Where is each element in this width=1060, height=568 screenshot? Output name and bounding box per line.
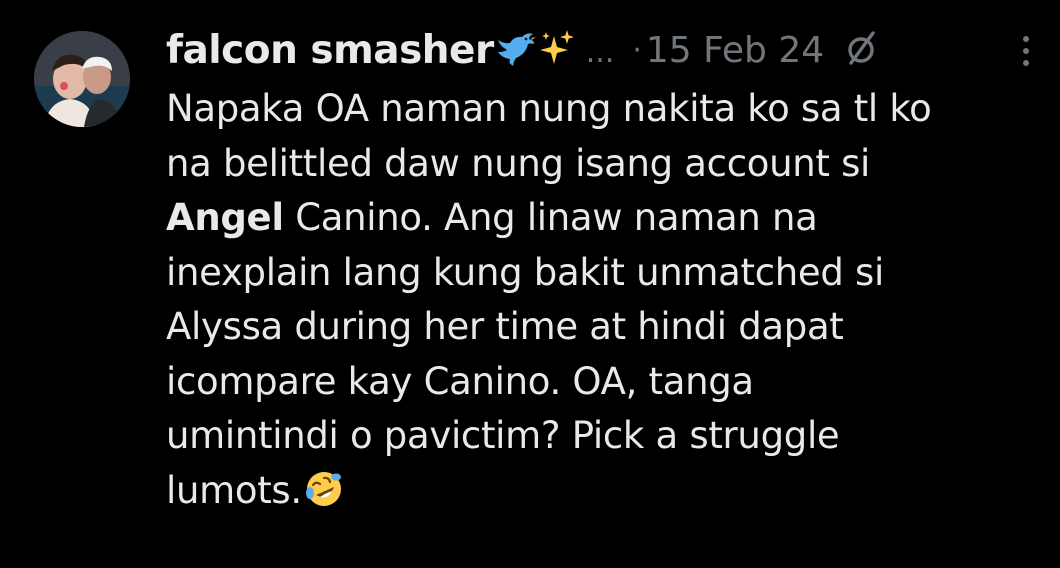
separator-dot: · — [632, 32, 642, 68]
tweet-date[interactable]: 15 Feb 24 — [646, 30, 824, 71]
tweet-text: Napaka OA naman nung nakita ko sa tl ko … — [166, 82, 1046, 524]
tweet-line-rest: Canino. Ang linaw naman na — [283, 196, 818, 239]
tweet-line: Angel Canino. Ang linaw naman na — [166, 191, 1046, 246]
tweet-line: na belittled daw nung isang account si — [166, 141, 871, 185]
tweet-line: umintindi o pavictim? Pick a struggle — [166, 414, 840, 457]
tweet-line-text: lumots. — [166, 468, 302, 512]
tweet-line: icompare kay Canino. OA, tanga — [166, 359, 754, 403]
tweet-header: falcon smasher ... · 15 Feb 24 — [166, 26, 880, 74]
vertical-ellipsis-icon[interactable] — [1018, 34, 1034, 70]
tweet-line-last: lumots. — [166, 464, 1046, 525]
author-name[interactable]: falcon smasher — [166, 28, 494, 73]
highlighted-term: Angel — [166, 196, 284, 239]
tweet[interactable]: falcon smasher ... · 15 Feb 24 Napaka OA… — [0, 0, 1060, 568]
tweet-line: inexplain lang kung bakit unmatched si — [166, 250, 884, 294]
avatar-photo — [34, 31, 130, 127]
avatar[interactable] — [34, 31, 130, 127]
sparkle-icon — [539, 30, 574, 70]
tweet-line: Alyssa during her time at hindi dapat — [166, 305, 844, 348]
rofl-icon — [304, 469, 344, 525]
tweet-line: Napaka OA naman nung nakita ko sa tl ko — [166, 87, 932, 130]
no-reply-icon — [842, 29, 880, 71]
bird-icon — [496, 30, 536, 70]
name-ellipsis: ... — [585, 34, 615, 70]
